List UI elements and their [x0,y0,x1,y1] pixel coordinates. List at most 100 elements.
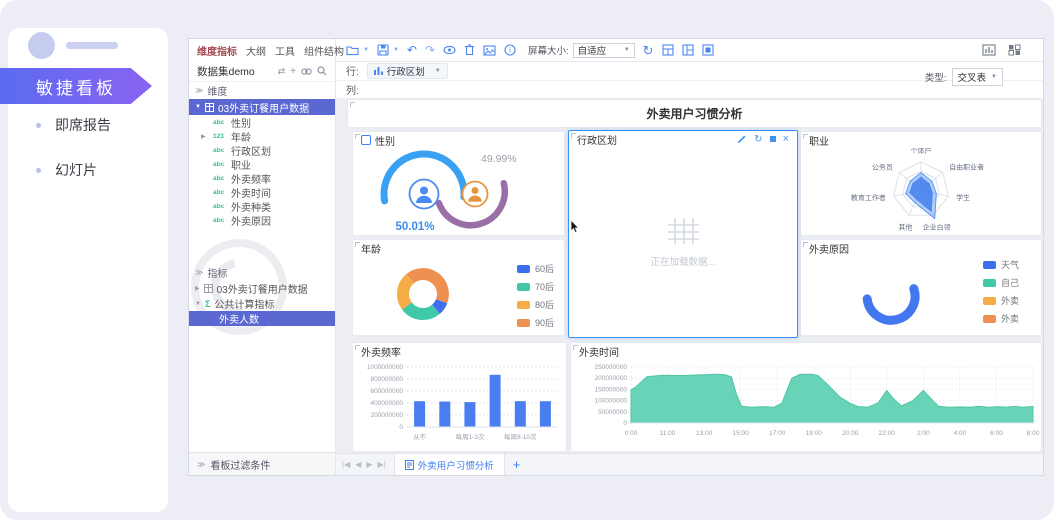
metric-group-label: 公共计算指标 [214,296,274,311]
chevron-down-icon[interactable]: ▼ [435,68,441,74]
chevron-down-icon[interactable]: ▼ [363,47,369,53]
undo-icon[interactable]: ↶ [407,44,417,56]
refresh-icon[interactable]: ↻ [754,134,762,145]
loading-text: 正在加载数据... [651,254,716,268]
menu-tab-1[interactable]: 大纲 [246,43,266,58]
field-label: 职业 [231,157,251,172]
collapse-icon: ≫ [197,460,205,469]
menu-tabs: 维度指标大纲工具组件结构 [189,39,336,61]
preview-eye-icon[interactable] [443,45,456,55]
svg-text:200000000: 200000000 [370,412,403,419]
edit-pencil-icon[interactable] [737,134,747,144]
tree-root-dataset[interactable]: ▼ 03外卖订餐用户数据 [189,99,335,115]
legend-item[interactable]: 外卖 [983,294,1041,307]
legend-label: 80后 [535,298,554,311]
svg-text:11:00: 11:00 [660,430,676,437]
legend-swatch [983,261,996,269]
legend-item[interactable]: 90后 [517,316,554,329]
expander-open-icon[interactable]: ▼ [195,301,201,307]
metric-root-dataset[interactable]: ▶ 03外卖订餐用户数据 [189,281,335,296]
expander-closed-icon[interactable]: ▶ [195,285,200,292]
tab-dashboard-active[interactable]: 外卖用户习惯分析 [394,454,505,475]
chart-card-frequency[interactable]: 外卖频率 10000000008000000006000000004000000… [353,343,566,451]
legend-label: 90后 [535,316,554,329]
chart-type-select[interactable]: 交叉表 ▼ [952,68,1003,86]
sidebar-item-adhoc-report[interactable]: 即席报告 [36,115,111,135]
bi-app-window: 维度指标大纲工具组件结构 ▼ ▼ ↶ ↷ [188,38,1044,476]
components-grid-icon[interactable] [1008,44,1021,56]
tab-prev-icon[interactable]: ◀ [355,460,361,469]
metric-group-calculated[interactable]: ▼ Σ 公共计算指标 [189,296,335,311]
page-background: 敏捷看板 即席报告 幻灯片 维度指标大纲工具组件结构 ▼ ▼ ↶ ↷ [0,0,1054,520]
dashboard-filter-bar[interactable]: ≫ 看板过滤条件 [189,452,335,475]
open-folder-icon[interactable] [346,44,359,56]
row-field-pill[interactable]: 行政区划 ▼ [367,63,448,79]
chart-card-occupation[interactable]: 职业 个体户自由职业者学生企业白领其他教育工作者公务员 [801,132,1041,235]
metric-item-selected[interactable]: 外卖人数 [189,311,335,326]
chevron-down-icon[interactable]: ▼ [393,47,399,53]
legend-swatch [517,319,530,327]
chart-card-region-selected[interactable]: 行政区划 ↻ × [568,130,798,338]
legend-item[interactable]: 自己 [983,276,1041,289]
tree-field-职业[interactable]: abc职业 [189,157,335,171]
sidebar-item-slideshow[interactable]: 幻灯片 [36,160,97,180]
legend-item[interactable]: 80后 [517,298,554,311]
chart-card-age[interactable]: 年龄 60后70后80后90后 [353,240,564,335]
chart-card-time[interactable]: 外卖时间 25000000020000000015000000010000000… [571,343,1041,451]
export-image-icon[interactable] [483,45,496,56]
switch-dataset-icon[interactable]: ⇄ [278,66,286,77]
stop-icon[interactable] [770,136,776,142]
tree-field-外卖时间[interactable]: abc外卖时间 [189,185,335,199]
metric-section-header[interactable]: ≫ 指标 [189,264,335,281]
trash-icon[interactable] [464,44,475,56]
mouse-cursor [570,219,580,234]
svg-text:49.99%: 49.99% [481,153,517,165]
redo-icon[interactable]: ↷ [425,44,435,56]
close-icon[interactable]: × [783,133,789,145]
legend-item[interactable]: 70后 [517,280,554,293]
screen-size-label: 屏幕大小: [528,43,569,57]
svg-text:教育工作者: 教育工作者 [851,193,886,202]
dashboard-title-card[interactable]: 外卖用户习惯分析 [348,100,1041,127]
dimension-section-header[interactable]: ≫ 维度 [189,82,335,99]
tree-field-外卖原因[interactable]: abc外卖原因 [189,213,335,227]
svg-text:公务员: 公务员 [872,163,893,172]
tab-next-icon[interactable]: ▶ [366,460,372,469]
tab-first-icon[interactable]: |◀ [342,460,350,469]
refresh-icon[interactable]: ↻ [643,44,654,57]
expander-closed-icon[interactable]: ▶ [201,133,206,140]
grid-icon-3[interactable] [702,44,714,56]
chart-card-gender[interactable]: 性别 49.99%50.01% [353,132,564,235]
menu-tab-2[interactable]: 工具 [275,43,295,58]
grid-icon-1[interactable] [662,44,674,56]
grid-icon-2[interactable] [682,44,694,56]
add-tab-button[interactable]: + [513,457,521,472]
svg-text:50000000: 50000000 [598,409,627,416]
expander-open-icon[interactable]: ▼ [195,104,201,110]
info-icon[interactable]: i [504,44,516,56]
add-icon[interactable]: + [290,66,296,77]
search-icon[interactable] [317,66,327,76]
legend-item[interactable]: 外卖 [983,312,1041,325]
menu-tab-0[interactable]: 维度指标 [197,43,237,58]
sidebar-badge-dashboard[interactable]: 敏捷看板 [0,68,152,104]
svg-text:i: i [509,48,511,55]
tree-field-性别[interactable]: abc性别 [189,115,335,129]
svg-text:200000000: 200000000 [594,375,627,382]
legend-item[interactable]: 天气 [983,258,1041,271]
tree-field-年龄[interactable]: ▶123年龄 [189,129,335,143]
svg-text:自由职业者: 自由职业者 [949,163,984,172]
screen-size-select[interactable]: 自适应 ▼ [573,43,635,58]
sidebar-item-label: 即席报告 [55,115,111,135]
row-shelf-label: 行: [346,63,359,78]
top-menu-row: 维度指标大纲工具组件结构 ▼ ▼ ↶ ↷ [189,39,1043,62]
chart-window-icon[interactable] [982,44,996,56]
tab-last-icon[interactable]: ▶| [378,460,386,469]
tree-field-行政区划[interactable]: abc行政区划 [189,143,335,157]
legend-item[interactable]: 60后 [517,262,554,275]
tree-field-外卖频率[interactable]: abc外卖频率 [189,171,335,185]
chart-card-reason[interactable]: 外卖原因 天气自己外卖外卖 [801,240,1041,335]
tree-field-外卖种类[interactable]: abc外卖种类 [189,199,335,213]
link-icon[interactable] [301,67,312,76]
save-icon[interactable] [377,44,389,56]
